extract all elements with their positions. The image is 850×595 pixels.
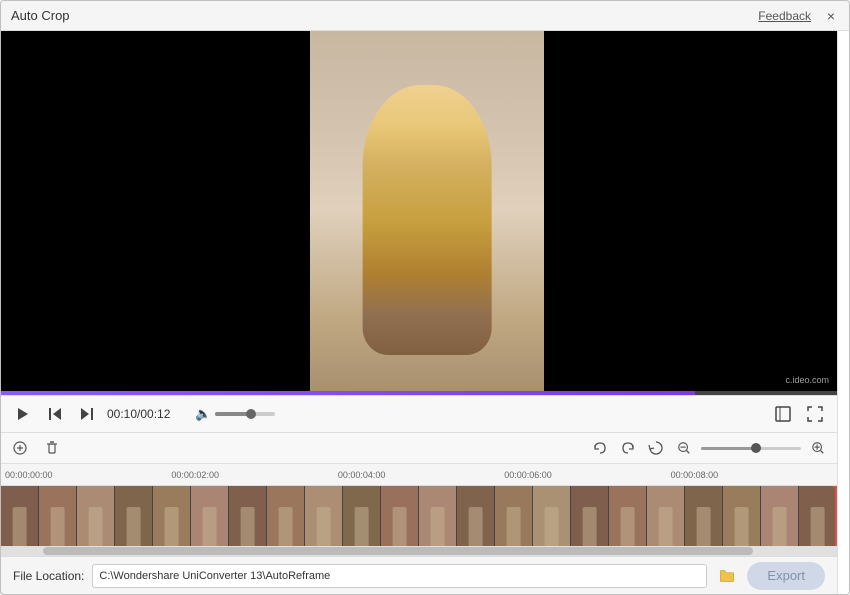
skip-back-icon [47,406,63,422]
refresh-button[interactable] [645,437,667,459]
right-panel: + Replace File Adjust Frame Aspect Ratio [837,31,849,594]
time-display: 00:10/00:12 [107,407,187,421]
play-button[interactable] [11,402,35,426]
redo-button[interactable] [617,437,639,459]
film-frame [571,486,609,546]
progress-bar-container[interactable] [1,391,837,395]
export-button[interactable]: Export [747,562,825,590]
ruler-mark-4: 00:00:04:00 [336,470,502,480]
film-frame [39,486,77,546]
ruler-mark-2: 00:00:02:00 [169,470,335,480]
left-panel: c.ideo.com [1,31,837,594]
film-frame [647,486,685,546]
ruler-mark-8: 00:00:08:00 [669,470,835,480]
skip-back-button[interactable] [43,402,67,426]
timeline-scrollbar[interactable] [1,546,837,556]
play-icon [15,406,31,422]
film-frame [495,486,533,546]
watermark: c.ideo.com [785,375,829,385]
skip-forward-button[interactable] [75,402,99,426]
fullscreen-button[interactable] [803,402,827,426]
title-bar: Auto Crop Feedback × [1,1,849,31]
zoom-out-button[interactable] [673,437,695,459]
film-frame [457,486,495,546]
zoom-fill [701,447,756,450]
timeline-area: 00:00:00:00 00:00:02:00 00:00:04:00 00:0… [1,432,837,556]
timeline-toolbar [1,433,837,464]
film-frame [761,486,799,546]
timeline-scrollbar-thumb [43,547,754,555]
fit-screen-icon [775,406,791,422]
app-window: Auto Crop Feedback × c.ideo.com [0,0,850,595]
film-frame [381,486,419,546]
file-location-label: File Location: [13,569,84,583]
delete-clip-button[interactable] [41,437,63,459]
volume-area: 🔈 [195,406,275,422]
bottom-bar: File Location: Export [1,556,837,594]
film-strip [1,486,837,546]
screen-buttons [771,402,827,426]
ruler-mark-0: 00:00:00:00 [3,470,169,480]
volume-slider[interactable] [215,412,275,416]
zoom-slider[interactable] [701,447,801,450]
film-frame [685,486,723,546]
film-frame [267,486,305,546]
fit-screen-button[interactable] [771,402,795,426]
volume-thumb [246,409,256,419]
zoom-out-icon [677,441,691,455]
controls-bar: 00:10/00:12 🔈 [1,395,837,432]
zoom-in-icon [811,441,825,455]
zoom-controls [589,437,829,459]
add-clip-button[interactable] [9,437,31,459]
playhead[interactable] [835,486,837,546]
volume-icon: 🔈 [195,406,211,422]
film-frame [723,486,761,546]
window-title: Auto Crop [11,8,70,23]
ruler-mark-6: 00:00:06:00 [502,470,668,480]
film-frame [153,486,191,546]
feedback-link[interactable]: Feedback [758,9,811,23]
film-frame [191,486,229,546]
fullscreen-icon [807,406,823,422]
film-frame [799,486,837,546]
undo-icon [592,440,608,456]
film-frame [533,486,571,546]
timeline-ruler: 00:00:00:00 00:00:02:00 00:00:04:00 00:0… [1,464,837,486]
folder-icon [718,567,736,585]
video-display: c.ideo.com [1,31,837,391]
redo-icon [620,440,636,456]
refresh-icon [648,440,664,456]
zoom-in-button[interactable] [807,437,829,459]
progress-bar-fill [1,391,695,395]
film-frame [609,486,647,546]
close-button[interactable]: × [823,8,839,24]
undo-button[interactable] [589,437,611,459]
skip-forward-icon [79,406,95,422]
video-area: c.ideo.com [1,31,837,391]
title-right: Feedback × [758,8,839,24]
film-frame [1,486,39,546]
video-frame [310,31,544,391]
film-frame [305,486,343,546]
zoom-thumb [751,443,761,453]
add-icon [12,440,28,456]
film-frame [229,486,267,546]
figure [363,85,492,355]
film-frame [419,486,457,546]
file-path-input[interactable] [92,564,707,588]
film-frame [77,486,115,546]
browse-folder-button[interactable] [715,564,739,588]
trash-icon [44,440,60,456]
main-content: c.ideo.com [1,31,849,594]
film-frame [115,486,153,546]
ruler-marks: 00:00:00:00 00:00:02:00 00:00:04:00 00:0… [3,470,835,480]
timeline-track[interactable] [1,486,837,546]
film-frame [343,486,381,546]
